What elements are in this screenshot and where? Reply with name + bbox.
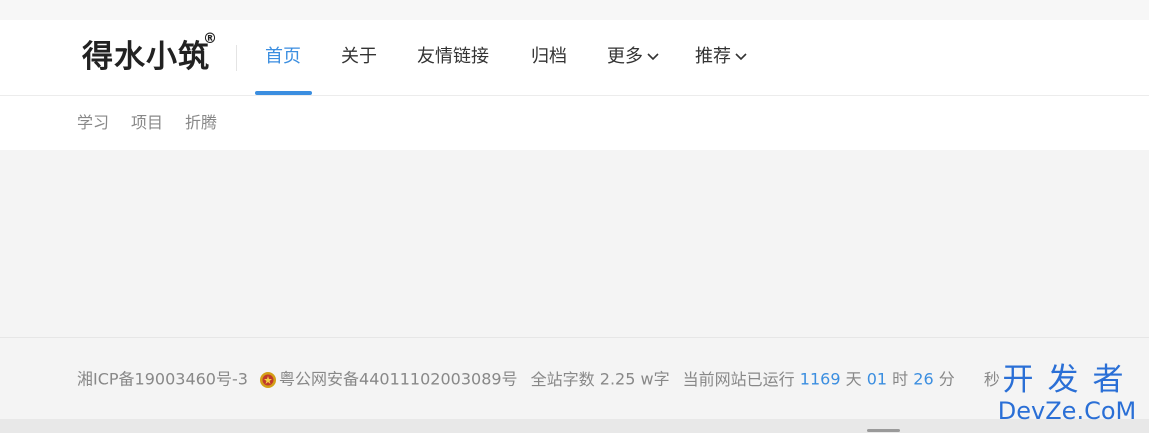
nav-item-about[interactable]: 关于 <box>341 44 377 70</box>
watermark-line1: 开发者 <box>1002 362 1138 398</box>
hours-unit: 时 <box>892 369 909 389</box>
horizontal-scrollbar-handle[interactable] <box>867 429 900 432</box>
uptime-days: 1169 <box>799 369 841 389</box>
bottom-strip <box>0 419 1149 433</box>
watermark-line2: DevZe.CoM <box>997 397 1137 425</box>
registered-mark: ® <box>203 31 217 47</box>
sub-navigation: 学习 项目 折腾 <box>0 96 1149 150</box>
police-record-link[interactable]: 粤公网安备44011102003089号 <box>279 370 518 389</box>
watermark: 开发者 DevZe.CoM <box>992 362 1142 424</box>
chevron-down-icon <box>647 53 659 61</box>
top-strip <box>0 0 1149 20</box>
active-nav-indicator <box>255 91 312 95</box>
days-unit: 天 <box>845 369 862 389</box>
word-count-label: 全站字数 <box>530 369 595 389</box>
site-footer: 湘ICP备19003460号-3 粤公网安备44011102003089号 全站… <box>0 337 1149 420</box>
site-header: 得水小筑 ® 首页 关于 友情链接 归档 更多 推荐 <box>0 20 1149 96</box>
nav-item-home[interactable]: 首页 <box>265 44 301 70</box>
nav-item-friend-links[interactable]: 友情链接 <box>417 44 489 70</box>
chevron-down-icon <box>735 53 747 61</box>
site-logo[interactable]: 得水小筑 <box>82 39 210 75</box>
nav-item-recommend-label: 推荐 <box>695 46 731 67</box>
nav-item-recommend[interactable]: 推荐 <box>695 44 747 70</box>
subnav-item-tinkering[interactable]: 折腾 <box>185 113 217 133</box>
main-content <box>0 150 1149 337</box>
footer-info-line: 湘ICP备19003460号-3 粤公网安备44011102003089号 全站… <box>77 368 1000 391</box>
nav-item-more[interactable]: 更多 <box>607 44 659 70</box>
uptime-hours: 01 <box>866 369 888 389</box>
nav-item-more-label: 更多 <box>607 46 643 67</box>
word-count-value: 2.25 w字 <box>599 369 670 389</box>
subnav-item-study[interactable]: 学习 <box>77 113 109 133</box>
uptime-minutes: 26 <box>913 369 934 389</box>
nav-item-archive[interactable]: 归档 <box>531 44 567 70</box>
police-badge-icon <box>260 371 277 388</box>
icp-record-link[interactable]: 湘ICP备19003460号-3 <box>77 370 248 389</box>
uptime-label: 当前网站已运行 <box>682 369 795 389</box>
minutes-unit: 分 <box>938 369 955 389</box>
subnav-item-projects[interactable]: 项目 <box>131 113 163 133</box>
logo-divider <box>236 45 237 71</box>
